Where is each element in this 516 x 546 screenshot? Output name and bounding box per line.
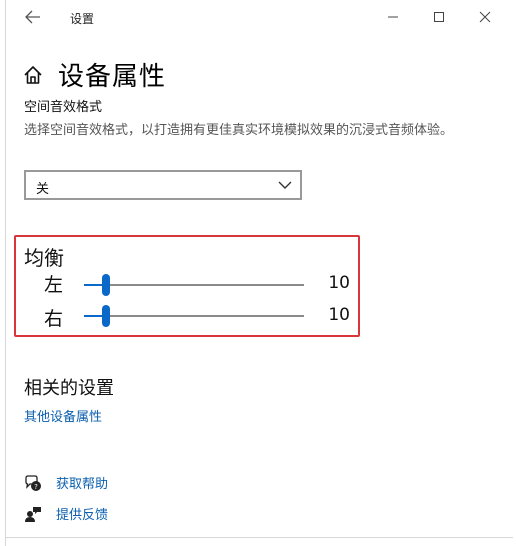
window-border-bottom bbox=[5, 537, 513, 538]
settings-window: 设置 设备属性 空间音效格式 选择空间音效格式，以打造拥有更佳真实环境模拟效果的… bbox=[0, 0, 516, 546]
get-help-row[interactable]: ? 获取帮助 bbox=[24, 473, 108, 492]
svg-text:?: ? bbox=[34, 483, 38, 491]
right-channel-slider[interactable] bbox=[84, 305, 304, 327]
feedback-link[interactable]: 提供反馈 bbox=[56, 504, 108, 523]
maximize-button[interactable] bbox=[422, 4, 456, 30]
slider-thumb[interactable] bbox=[102, 305, 110, 327]
home-icon[interactable] bbox=[22, 64, 44, 86]
minimize-button[interactable] bbox=[376, 4, 410, 30]
page-header: 设备属性 bbox=[22, 56, 166, 93]
minimize-icon bbox=[388, 16, 398, 18]
slider-track bbox=[84, 284, 304, 286]
dropdown-selected-value: 关 bbox=[36, 182, 50, 197]
help-chat-icon: ? bbox=[25, 474, 41, 491]
feedback-person-icon bbox=[25, 506, 41, 522]
spatial-audio-dropdown[interactable]: 关 bbox=[24, 170, 302, 200]
left-channel-value: 10 bbox=[328, 273, 350, 293]
left-channel-label: 左 bbox=[44, 274, 64, 296]
slider-track bbox=[84, 315, 304, 317]
feedback-row[interactable]: 提供反馈 bbox=[24, 504, 108, 523]
get-help-link[interactable]: 获取帮助 bbox=[56, 473, 108, 492]
other-device-properties-link[interactable]: 其他设备属性 bbox=[24, 406, 102, 425]
chevron-down-icon bbox=[278, 181, 292, 189]
close-icon bbox=[479, 11, 491, 23]
spatial-audio-label: 空间音效格式 bbox=[24, 100, 103, 115]
related-settings-title: 相关的设置 bbox=[24, 378, 114, 399]
right-channel-value: 10 bbox=[328, 305, 350, 325]
close-button[interactable] bbox=[468, 4, 502, 30]
back-button[interactable] bbox=[20, 6, 46, 28]
page-title: 设备属性 bbox=[58, 62, 167, 92]
balance-title: 均衡 bbox=[24, 246, 64, 270]
window-border-left bbox=[5, 0, 6, 546]
back-arrow-icon bbox=[25, 10, 40, 24]
window-title: 设置 bbox=[70, 12, 95, 26]
maximize-icon bbox=[434, 12, 444, 22]
left-channel-slider[interactable] bbox=[84, 274, 304, 296]
right-channel-label: 右 bbox=[44, 308, 64, 330]
title-bar: 设置 bbox=[6, 0, 514, 34]
spatial-audio-description: 选择空间音效格式，以打造拥有更佳真实环境模拟效果的沉浸式音频体验。 bbox=[24, 123, 454, 138]
slider-thumb[interactable] bbox=[102, 274, 110, 296]
